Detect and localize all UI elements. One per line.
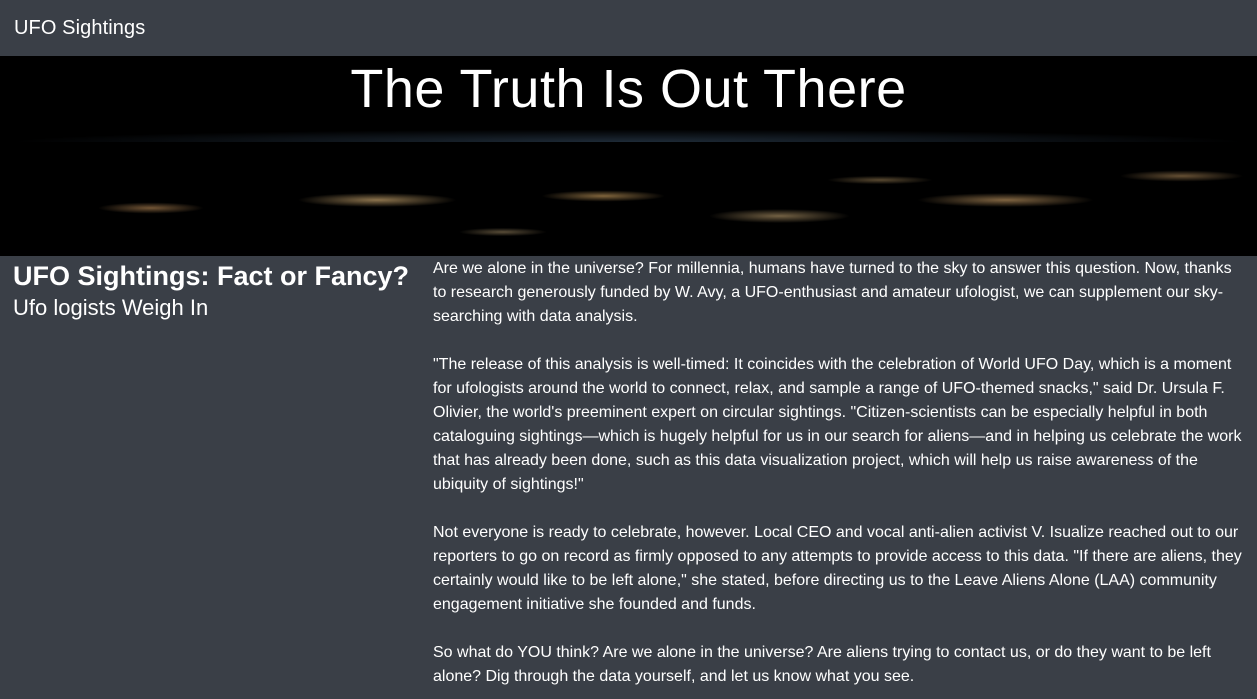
article-paragraph: "The release of this analysis is well-ti… [433,356,1242,493]
article-heading: UFO Sightings: Fact or Fancy? [13,261,410,291]
article-heading-column: UFO Sightings: Fact or Fancy? Ufo logist… [0,256,433,699]
article-paragraph: Not everyone is ready to celebrate, howe… [433,524,1242,613]
article-paragraph: Are we alone in the universe? For millen… [433,260,1232,325]
article-subheading: Ufo logists Weigh In [13,295,209,320]
article-body: Are we alone in the universe? For millen… [433,256,1257,699]
article-section: UFO Sightings: Fact or Fancy? Ufo logist… [0,256,1257,699]
hero-banner: The Truth Is Out There [0,56,1257,256]
navbar: UFO Sightings [0,0,1257,56]
article-paragraph: So what do YOU think? Are we alone in th… [433,644,1211,685]
hero-title: The Truth Is Out There [350,59,907,119]
navbar-brand-link[interactable]: UFO Sightings [14,17,145,40]
